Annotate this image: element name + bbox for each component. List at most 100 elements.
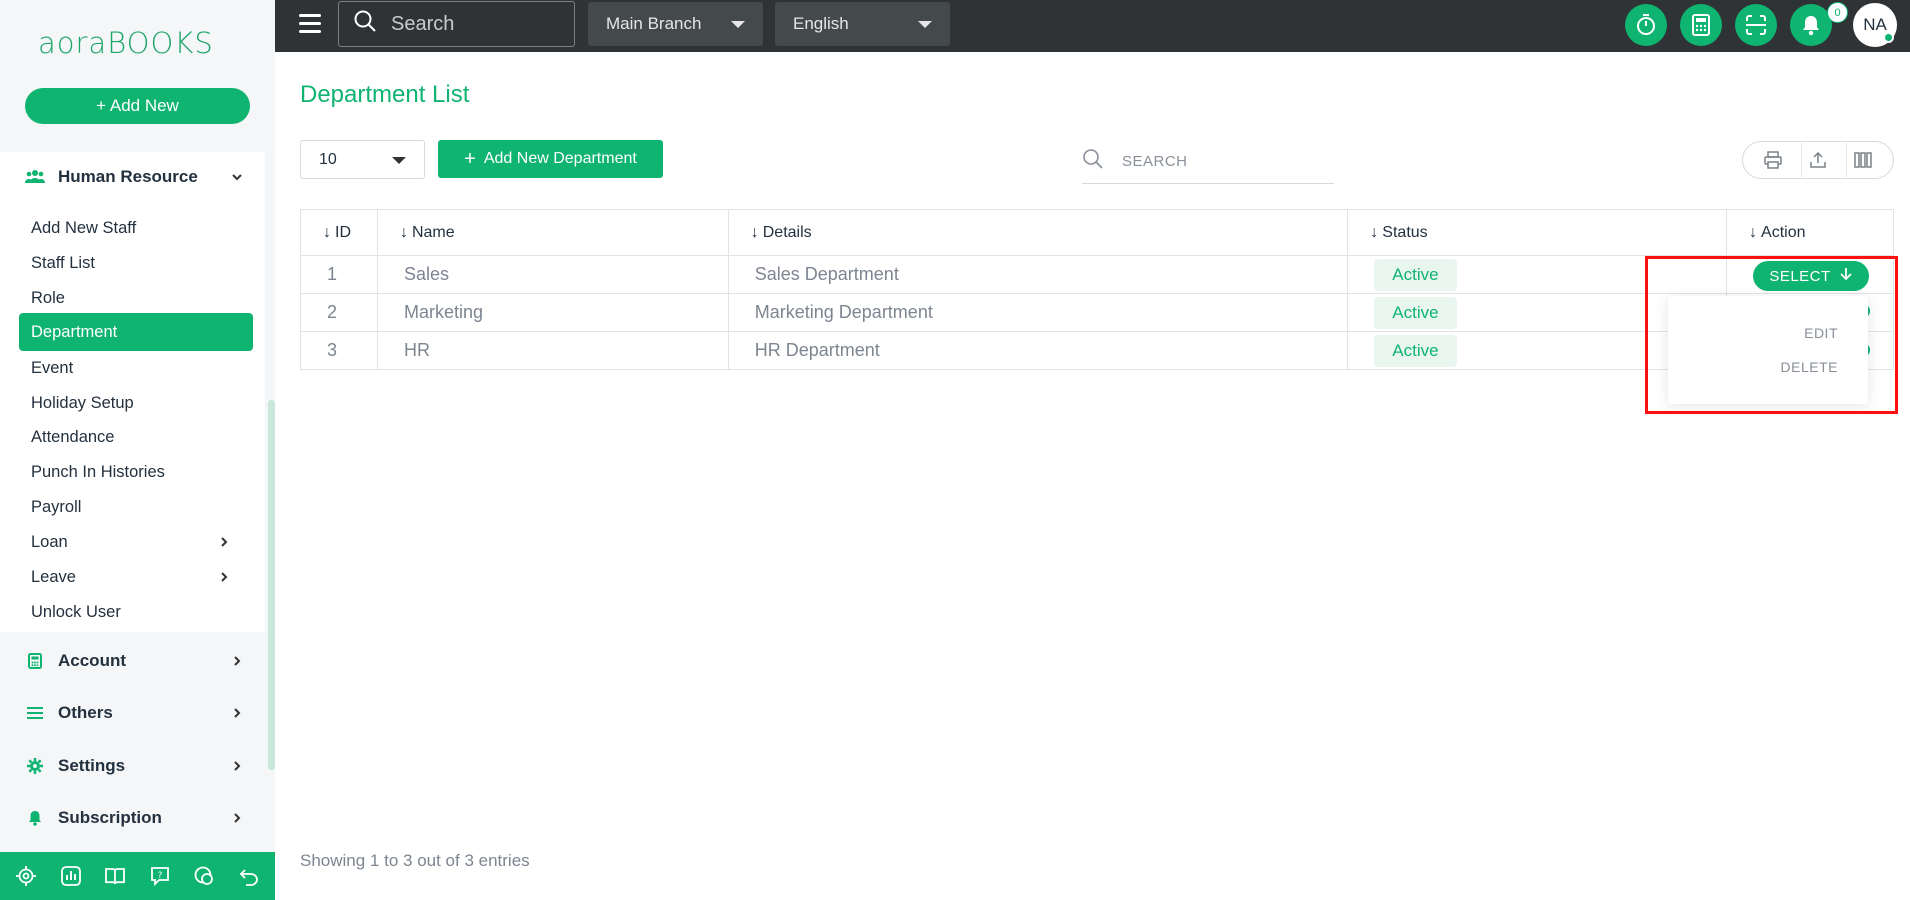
column-header-label: Name bbox=[411, 223, 455, 241]
sidebar-item-add-new-staff[interactable]: Add New Staff bbox=[19, 209, 253, 247]
sidebar-section-label: Account bbox=[58, 651, 126, 670]
sidebar-item-punch-in-histories[interactable]: Punch In Histories bbox=[19, 453, 253, 491]
select-action-label: SELECT bbox=[1769, 267, 1831, 285]
sort-arrow-icon: ↓ bbox=[323, 223, 331, 241]
page-title: Department List bbox=[300, 81, 470, 108]
menu-toggle-icon[interactable] bbox=[299, 14, 321, 34]
column-header-details[interactable]: ↓ Details bbox=[727, 209, 1349, 256]
chevron-down-icon bbox=[229, 169, 245, 185]
logo-text: aoraBOOKS bbox=[38, 26, 214, 60]
cell-details: HR Department bbox=[727, 331, 1349, 370]
chevron-right-icon bbox=[229, 810, 245, 826]
table-search-input[interactable] bbox=[1122, 153, 1322, 170]
global-search[interactable] bbox=[338, 1, 575, 47]
print-icon[interactable] bbox=[1756, 143, 1790, 177]
cell-name: Sales bbox=[376, 255, 729, 294]
sidebar-section-account[interactable]: Account bbox=[0, 636, 275, 686]
sidebar-footer: ? bbox=[0, 852, 275, 900]
column-header-label: ID bbox=[335, 223, 351, 241]
sidebar-section-label: Subscription bbox=[58, 808, 162, 827]
sidebar: aoraBOOKS + Add New Human Resource Add N… bbox=[0, 0, 275, 900]
cell-name: HR bbox=[376, 331, 729, 370]
book-icon[interactable] bbox=[102, 863, 128, 889]
sidebar-item-holiday-setup[interactable]: Holiday Setup bbox=[19, 384, 253, 422]
column-header-label: Details bbox=[762, 223, 812, 241]
sidebar-section-label: Others bbox=[58, 703, 113, 722]
cell-name: Marketing bbox=[376, 293, 729, 332]
chevron-right-icon bbox=[217, 535, 231, 549]
search-icon bbox=[1082, 148, 1104, 175]
sidebar-item-loan[interactable]: Loan bbox=[19, 523, 253, 561]
sidebar-item-department[interactable]: Department bbox=[19, 313, 253, 351]
sidebar-item-staff-list[interactable]: Staff List bbox=[19, 244, 253, 282]
logo[interactable]: aoraBOOKS bbox=[0, 0, 275, 86]
search-icon bbox=[353, 9, 377, 39]
sidebar-item-label: Role bbox=[31, 288, 65, 307]
action-dropdown-menu: EDIT DELETE bbox=[1668, 296, 1868, 404]
undo-icon[interactable] bbox=[236, 863, 262, 889]
caret-down-icon bbox=[392, 157, 406, 164]
search-input[interactable] bbox=[391, 12, 551, 36]
sidebar-section-settings[interactable]: Settings bbox=[0, 741, 275, 791]
chart-icon[interactable] bbox=[58, 863, 84, 889]
add-new-department-button[interactable]: + Add New Department bbox=[438, 140, 663, 178]
sidebar-item-role[interactable]: Role bbox=[19, 279, 253, 317]
sidebar-item-unlock-user[interactable]: Unlock User bbox=[19, 593, 253, 631]
sidebar-item-label: Loan bbox=[31, 532, 68, 551]
status-badge: Active bbox=[1374, 334, 1457, 367]
bell-icon bbox=[24, 807, 46, 829]
sidebar-item-label: Leave bbox=[31, 567, 76, 586]
gear-icon[interactable] bbox=[13, 863, 39, 889]
caret-down-icon bbox=[731, 21, 745, 28]
per-page-value: 10 bbox=[319, 150, 337, 168]
sidebar-scrollbar[interactable] bbox=[268, 400, 275, 770]
sort-arrow-icon: ↓ bbox=[399, 223, 408, 241]
sidebar-item-label: Unlock User bbox=[31, 602, 121, 621]
plus-icon: + bbox=[464, 148, 476, 170]
sidebar-item-label: Punch In Histories bbox=[31, 462, 165, 481]
columns-icon[interactable] bbox=[1845, 143, 1880, 177]
sidebar-section-others[interactable]: Others bbox=[0, 688, 275, 738]
sidebar-item-event[interactable]: Event bbox=[19, 349, 253, 387]
menu-item-delete[interactable]: DELETE bbox=[1781, 359, 1838, 375]
notification-count-badge: 0 bbox=[1827, 2, 1848, 23]
cell-details: Sales Department bbox=[727, 255, 1349, 294]
status-badge: Active bbox=[1374, 296, 1457, 329]
sidebar-section-subscription[interactable]: Subscription bbox=[0, 793, 275, 843]
column-header-status[interactable]: ↓ Status bbox=[1347, 209, 1728, 256]
branch-select[interactable]: Main Branch bbox=[588, 2, 763, 46]
calculator-icon[interactable] bbox=[1680, 4, 1722, 46]
table-row: 3 HR HR Department Active bbox=[300, 331, 1894, 370]
chevron-right-icon bbox=[229, 653, 245, 669]
status-badge: Active bbox=[1374, 258, 1457, 291]
sidebar-item-label: Holiday Setup bbox=[31, 393, 134, 412]
select-action-button[interactable]: SELECT bbox=[1753, 261, 1869, 291]
sidebar-item-leave[interactable]: Leave bbox=[19, 558, 253, 596]
menu-item-edit[interactable]: EDIT bbox=[1804, 325, 1838, 341]
sidebar-item-payroll[interactable]: Payroll bbox=[19, 488, 253, 526]
column-header-id[interactable]: ↓ ID bbox=[300, 209, 378, 256]
per-page-select[interactable]: 10 bbox=[300, 140, 425, 179]
users-icon bbox=[24, 166, 46, 188]
table-search[interactable] bbox=[1082, 140, 1334, 184]
column-header-name[interactable]: ↓ Name bbox=[376, 209, 729, 256]
sidebar-item-label: Event bbox=[31, 358, 74, 377]
branch-value: Main Branch bbox=[606, 14, 702, 33]
bell-icon[interactable] bbox=[1790, 4, 1832, 46]
cell-details: Marketing Department bbox=[727, 293, 1349, 332]
scan-icon[interactable] bbox=[1735, 4, 1777, 46]
chat-icon[interactable] bbox=[191, 863, 217, 889]
online-status-indicator bbox=[1883, 32, 1894, 43]
sidebar-item-attendance[interactable]: Attendance bbox=[19, 418, 253, 456]
gear-icon bbox=[24, 755, 46, 777]
language-select[interactable]: English bbox=[775, 2, 950, 46]
arrow-down-icon bbox=[1839, 267, 1853, 285]
help-icon[interactable]: ? bbox=[147, 863, 173, 889]
sidebar-section-human-resource[interactable]: Human Resource bbox=[0, 152, 275, 202]
timer-icon[interactable] bbox=[1625, 4, 1667, 46]
column-header-action[interactable]: ↓ Action bbox=[1726, 209, 1894, 256]
sidebar-section-label: Settings bbox=[58, 756, 126, 775]
sidebar-item-label: Payroll bbox=[31, 497, 82, 516]
add-new-button[interactable]: + Add New bbox=[25, 88, 250, 124]
export-icon[interactable] bbox=[1800, 143, 1835, 177]
